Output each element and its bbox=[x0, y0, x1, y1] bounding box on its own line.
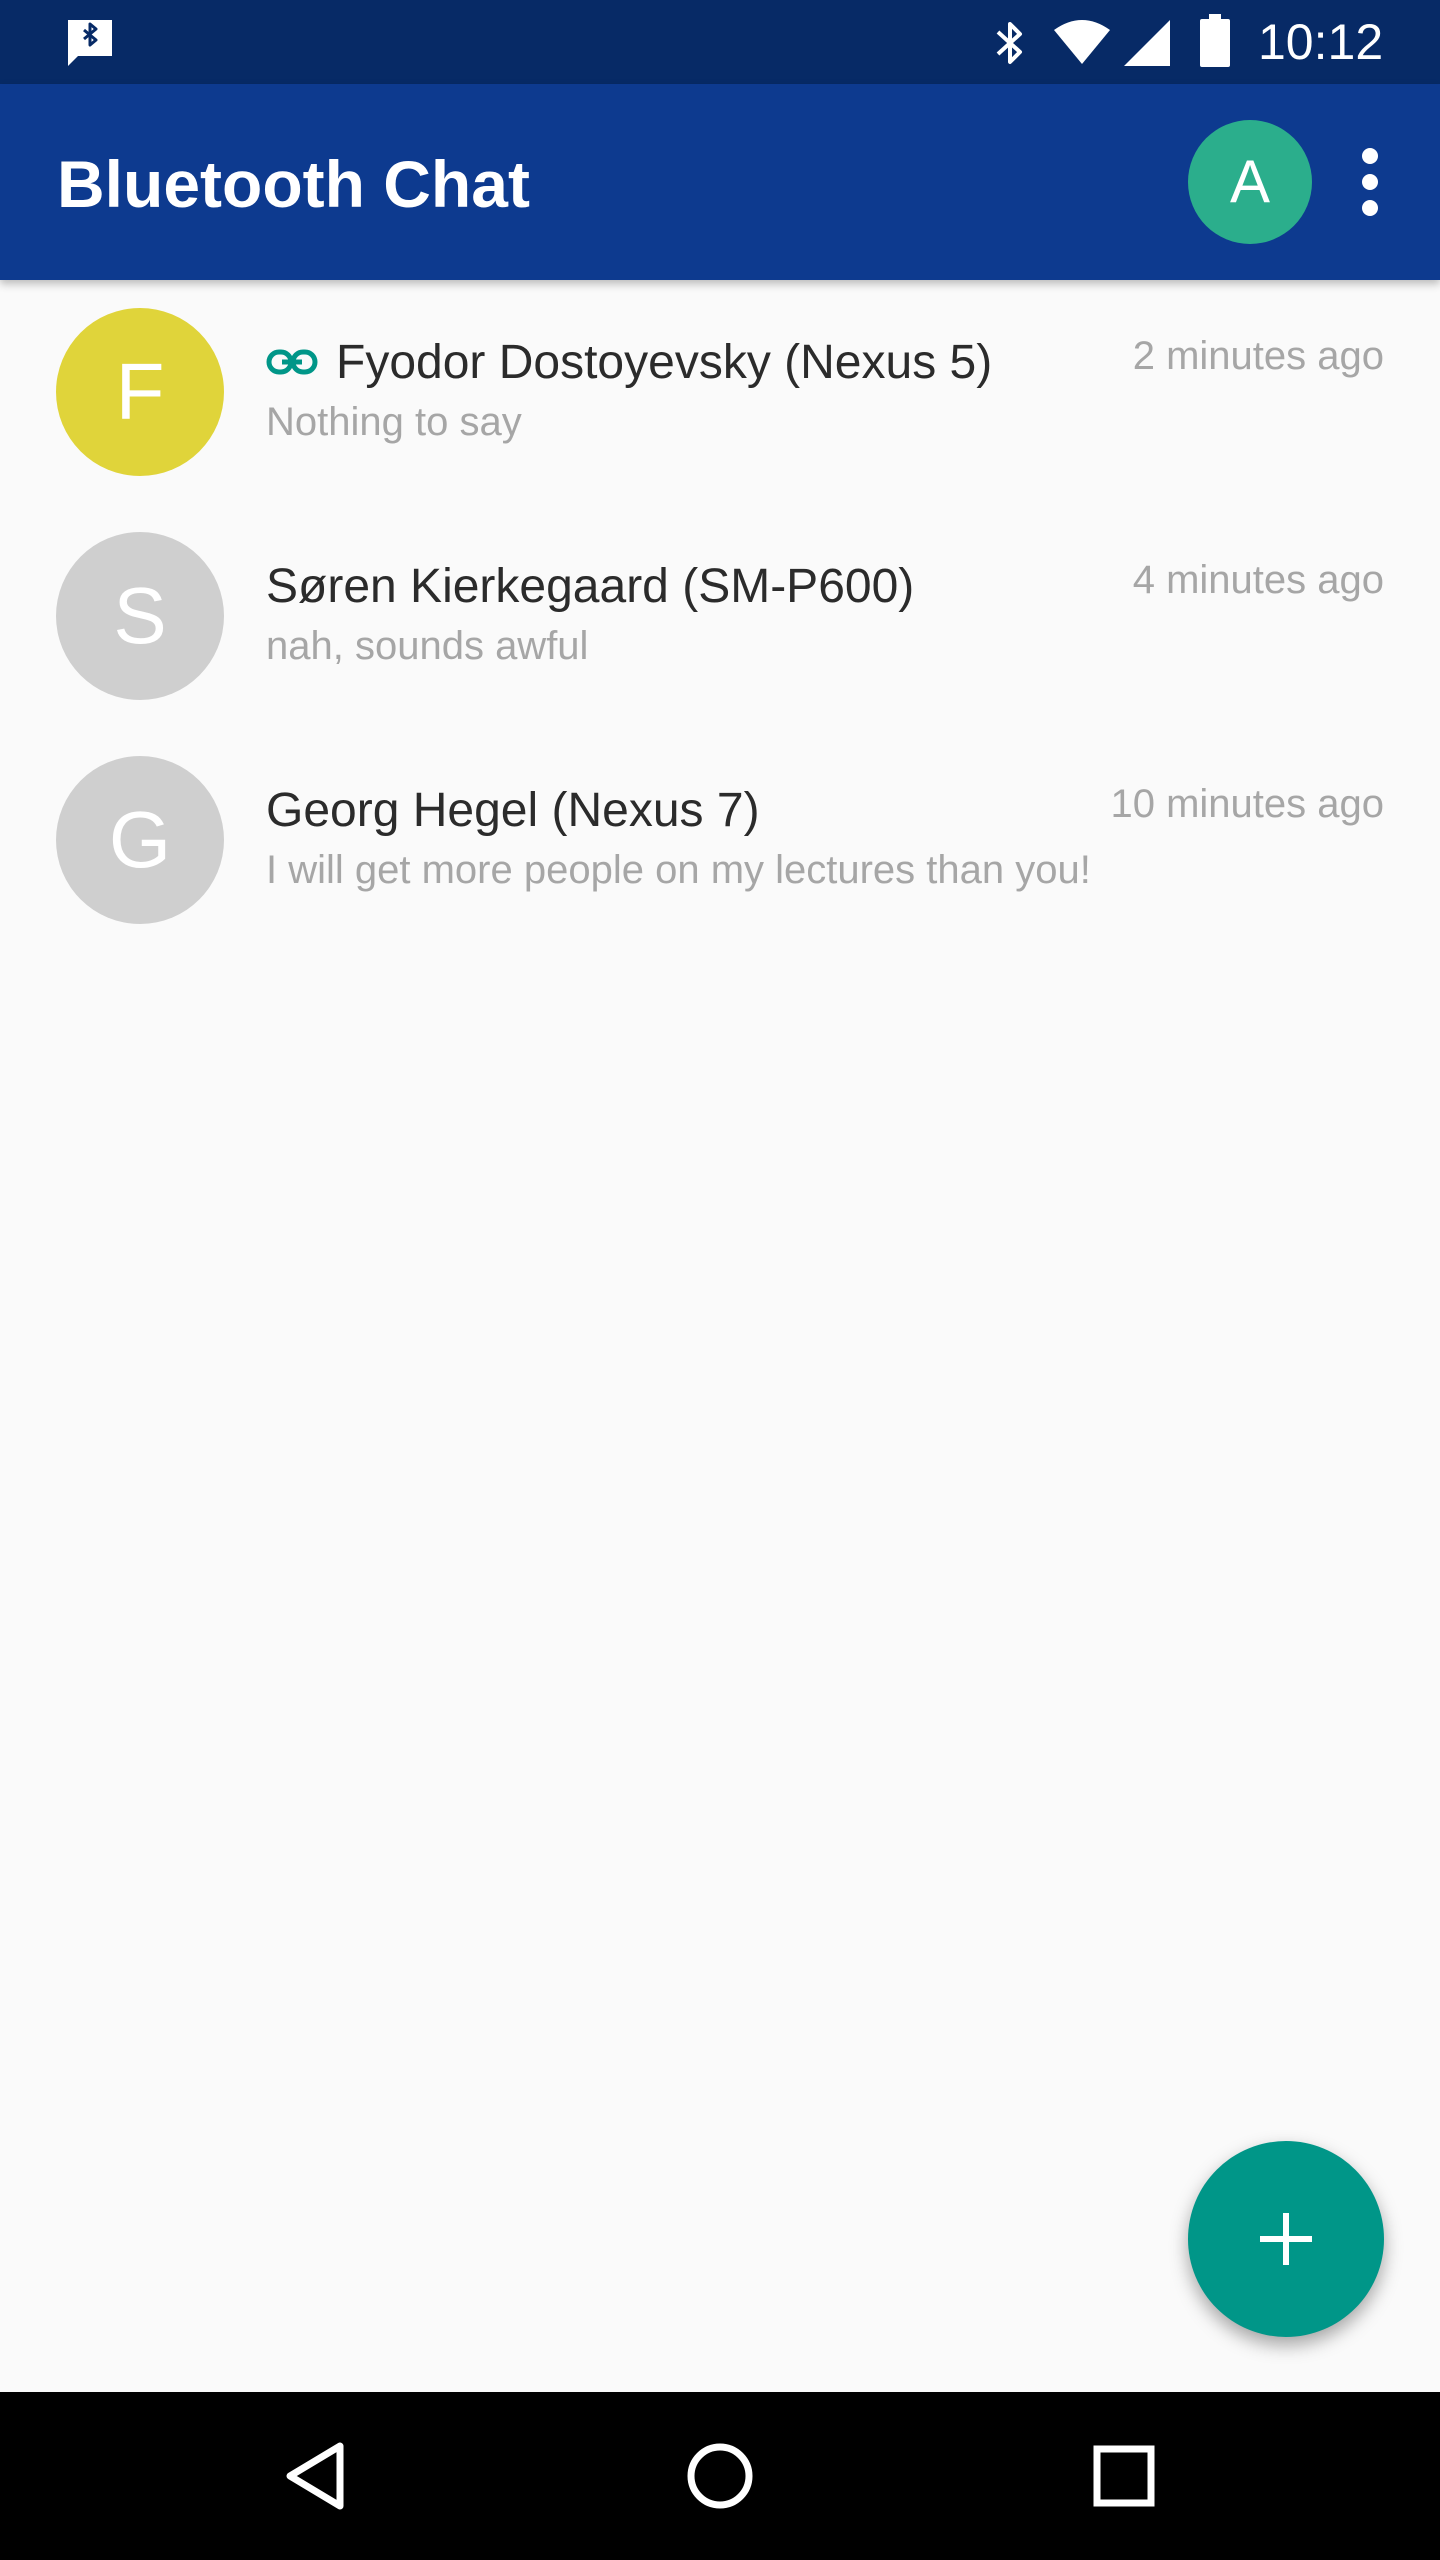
conversation-name-row: Søren Kierkegaard (SM-P600) bbox=[266, 554, 914, 618]
conversation-time: 4 minutes ago bbox=[1132, 558, 1384, 602]
contact-avatar: G bbox=[56, 756, 224, 924]
plus-icon bbox=[1260, 2213, 1312, 2265]
status-clock: 10:12 bbox=[1258, 14, 1384, 70]
conversation-item[interactable]: F Fyodor Dostoyevsky (Nexus 5) 2 minutes… bbox=[0, 280, 1440, 504]
contact-name: Fyodor Dostoyevsky (Nexus 5) bbox=[336, 335, 993, 389]
bluetooth-chat-notification-icon bbox=[68, 20, 112, 66]
message-preview: I will get more people on my lectures th… bbox=[266, 848, 1091, 892]
overflow-dot bbox=[1362, 174, 1378, 190]
message-preview: Nothing to say bbox=[266, 400, 522, 444]
contact-avatar: S bbox=[56, 532, 224, 700]
home-icon[interactable] bbox=[670, 2426, 770, 2526]
conversation-item[interactable]: S Søren Kierkegaard (SM-P600) 4 minutes … bbox=[0, 504, 1440, 728]
conversation-item[interactable]: G Georg Hegel (Nexus 7) 10 minutes ago I… bbox=[0, 728, 1440, 952]
contact-name: Søren Kierkegaard (SM-P600) bbox=[266, 559, 915, 613]
recents-icon[interactable] bbox=[1074, 2426, 1174, 2526]
conversation-name-row: Fyodor Dostoyevsky (Nexus 5) bbox=[266, 330, 992, 394]
overflow-dot bbox=[1362, 200, 1378, 216]
conversation-name-row: Georg Hegel (Nexus 7) bbox=[266, 778, 760, 842]
conversation-time: 2 minutes ago bbox=[1132, 334, 1384, 378]
conversation-time: 10 minutes ago bbox=[1110, 782, 1384, 826]
battery-icon bbox=[1200, 14, 1230, 67]
contact-name: Georg Hegel (Nexus 7) bbox=[266, 783, 760, 837]
message-preview: nah, sounds awful bbox=[266, 624, 589, 668]
cell-signal-icon bbox=[1124, 20, 1170, 66]
overflow-menu-icon[interactable] bbox=[1346, 142, 1394, 222]
new-chat-fab-button[interactable] bbox=[1188, 2141, 1384, 2337]
contact-avatar: F bbox=[56, 308, 224, 476]
account-avatar-button[interactable]: A bbox=[1188, 120, 1312, 244]
link-icon bbox=[266, 349, 318, 375]
overflow-dot bbox=[1362, 148, 1378, 164]
app-bar: Bluetooth Chat A bbox=[0, 84, 1440, 280]
system-nav-bar bbox=[0, 2392, 1440, 2560]
wifi-icon bbox=[1054, 20, 1110, 64]
app-title: Bluetooth Chat bbox=[57, 147, 530, 221]
bluetooth-icon bbox=[996, 22, 1022, 64]
back-icon[interactable] bbox=[266, 2426, 366, 2526]
status-bar: 10:12 bbox=[0, 0, 1440, 84]
